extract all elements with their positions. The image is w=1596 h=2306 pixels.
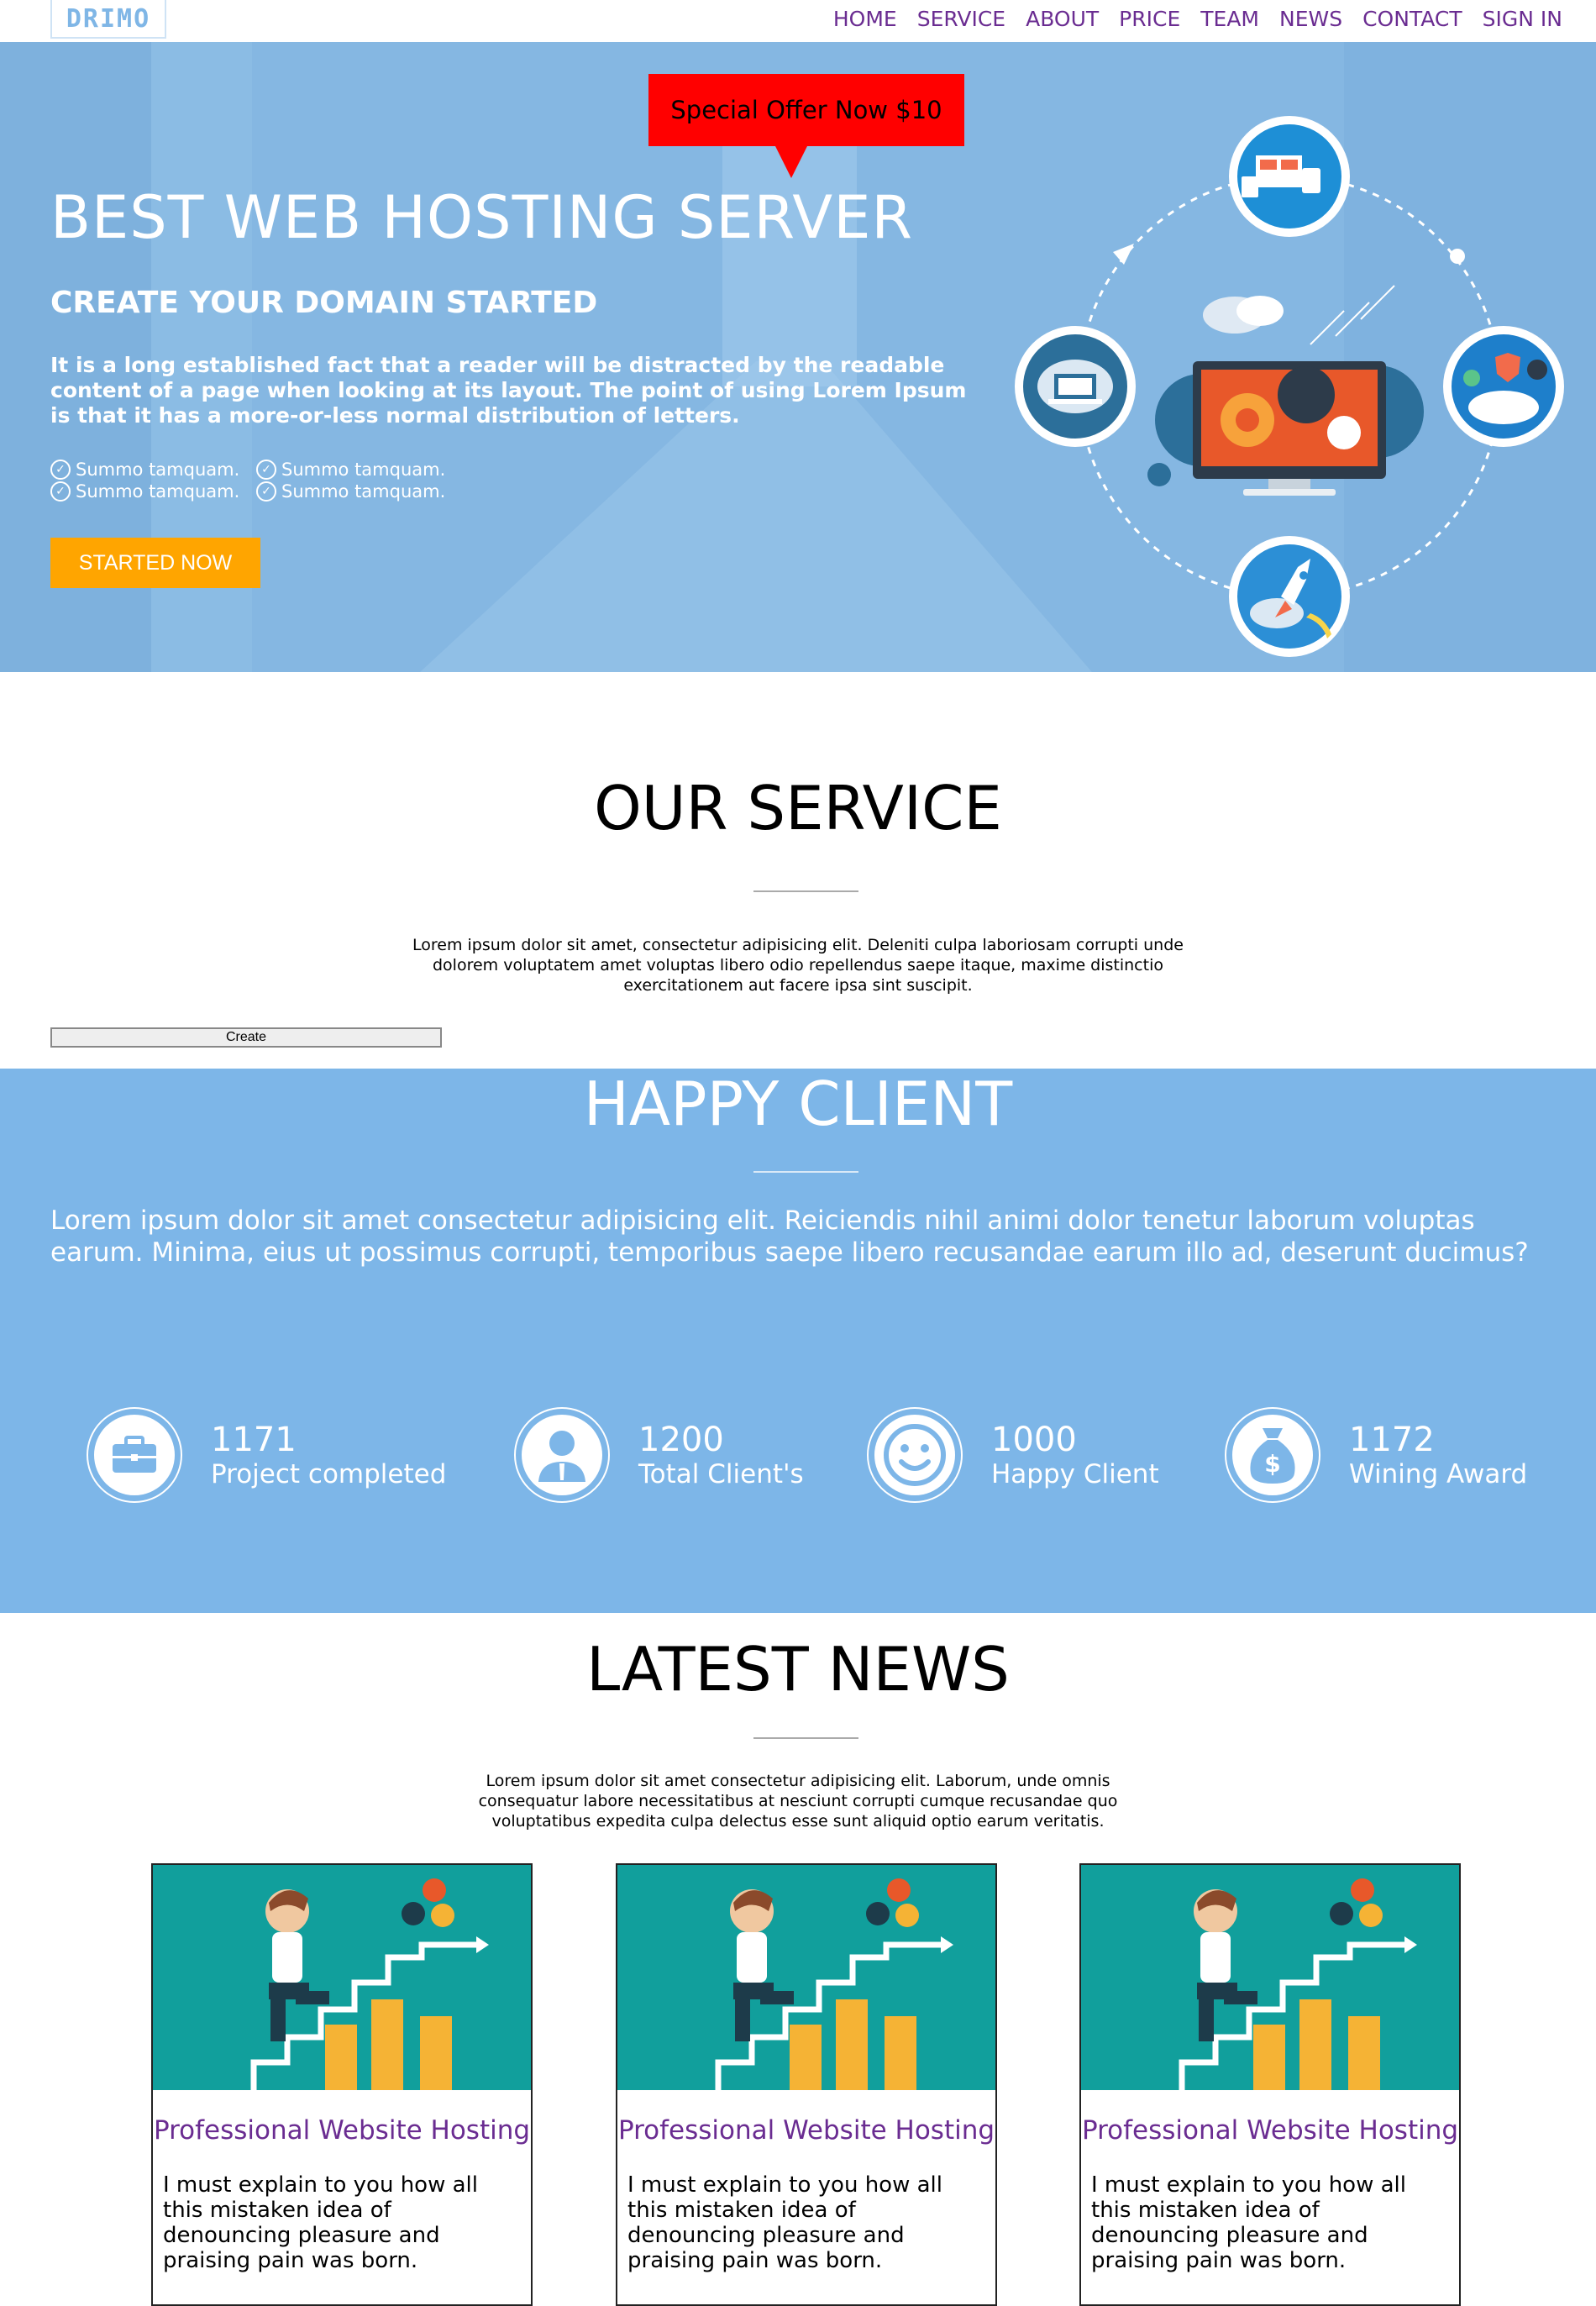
- growth-stairs-image: [617, 1865, 995, 2090]
- hero-section: Special Offer Now $10 BEST WEB HOSTING S…: [0, 42, 1596, 672]
- devices-circle-icon: [1229, 116, 1350, 237]
- service-divider: [753, 890, 858, 892]
- nav-item-contact[interactable]: CONTACT: [1362, 7, 1462, 31]
- rocket-circle-icon: [1229, 536, 1350, 657]
- stat-clients: 1200 Total Client's: [514, 1407, 804, 1503]
- check-circle-icon: ✓: [50, 481, 71, 502]
- stat-number: 1171: [211, 1421, 297, 1459]
- checklist-item: ✓ Summo tamquam.: [50, 481, 256, 502]
- happy-client-text: Lorem ipsum dolor sit amet consectetur a…: [50, 1206, 1529, 1268]
- news-card-body: I must explain to you how all this mista…: [1091, 2172, 1406, 2273]
- stat-label: Total Client's: [638, 1459, 804, 1489]
- service-text: Lorem ipsum dolor sit amet, consectetur …: [412, 936, 1184, 995]
- svg-text:$: $: [1264, 1450, 1280, 1478]
- hero-description: It is a long established fact that a rea…: [50, 353, 967, 428]
- checklist-item: ✓ Summo tamquam.: [50, 460, 256, 480]
- stat-number: 1000: [991, 1421, 1077, 1459]
- stat-label: Project completed: [211, 1459, 447, 1489]
- news-card[interactable]: Professional Website Hosting I must expl…: [1079, 1863, 1461, 2306]
- hero-title: BEST WEB HOSTING SERVER: [50, 183, 914, 252]
- nav-item-price[interactable]: PRICE: [1119, 7, 1180, 31]
- stat-number: 1200: [638, 1421, 724, 1459]
- growth-stairs-image: [153, 1865, 531, 2090]
- security-cloud-circle-icon: [1443, 326, 1564, 447]
- stat-awards: $ 1172 Wining Award: [1225, 1407, 1527, 1503]
- stat-happy-clients: 1000 Happy Client: [867, 1407, 1159, 1503]
- hosting-illustration: [1015, 116, 1564, 657]
- started-now-button[interactable]: STARTED NOW: [50, 538, 260, 588]
- hero-subtitle: CREATE YOUR DOMAIN STARTED: [50, 286, 598, 320]
- stat-label: Wining Award: [1349, 1459, 1528, 1489]
- check-circle-icon: ✓: [256, 481, 276, 502]
- nav-menu: HOME SERVICE ABOUT PRICE TEAM NEWS CONTA…: [813, 7, 1562, 31]
- news-card-title[interactable]: Professional Website Hosting: [1081, 2115, 1459, 2146]
- stat-label: Happy Client: [991, 1459, 1159, 1489]
- news-divider: [753, 1737, 858, 1739]
- brand-logo[interactable]: DRIMO: [50, 0, 166, 39]
- news-card[interactable]: Professional Website Hosting I must expl…: [151, 1863, 533, 2306]
- special-offer-badge[interactable]: Special Offer Now $10: [648, 74, 964, 178]
- nav-item-news[interactable]: NEWS: [1279, 7, 1342, 31]
- news-card-body: I must explain to you how all this mista…: [627, 2172, 942, 2273]
- top-navbar: DRIMO HOME SERVICE ABOUT PRICE TEAM NEWS…: [0, 0, 1596, 42]
- nav-item-home[interactable]: HOME: [833, 7, 897, 31]
- nav-item-team[interactable]: TEAM: [1200, 7, 1259, 31]
- service-title: OUR SERVICE: [594, 773, 1002, 843]
- growth-stairs-image: [1081, 1865, 1459, 2090]
- news-text: Lorem ipsum dolor sit amet consectetur a…: [478, 1772, 1118, 1831]
- news-title: LATEST NEWS: [586, 1634, 1010, 1705]
- happy-client-title: HAPPY CLIENT: [583, 1069, 1013, 1139]
- happy-client-divider: [753, 1171, 858, 1173]
- user-icon: [514, 1407, 610, 1503]
- stat-number: 1172: [1349, 1421, 1435, 1459]
- smiley-icon: [867, 1407, 963, 1503]
- nav-item-sign-in[interactable]: SIGN IN: [1483, 7, 1562, 31]
- news-card[interactable]: Professional Website Hosting I must expl…: [616, 1863, 997, 2306]
- gears-monitor-icon: [1147, 361, 1424, 496]
- nav-item-service[interactable]: SERVICE: [917, 7, 1005, 31]
- checklist-item: ✓ Summo tamquam.: [256, 460, 462, 480]
- check-circle-icon: ✓: [256, 460, 276, 480]
- money-bag-icon: $: [1225, 1407, 1320, 1503]
- happy-client-section: HAPPY CLIENT Lorem ipsum dolor sit amet …: [0, 1069, 1596, 1613]
- laptop-circle-icon: [1015, 326, 1136, 447]
- check-circle-icon: ✓: [50, 460, 71, 480]
- checklist-item: ✓ Summo tamquam.: [256, 481, 462, 502]
- briefcase-icon: [87, 1407, 182, 1503]
- feature-checklist: ✓ Summo tamquam. ✓ Summo tamquam. ✓ Summo t…: [50, 460, 487, 502]
- nav-item-about[interactable]: ABOUT: [1026, 7, 1099, 31]
- news-card-title[interactable]: Professional Website Hosting: [153, 2115, 531, 2146]
- stat-projects: 1171 Project completed: [87, 1407, 446, 1503]
- create-button[interactable]: Create: [50, 1027, 442, 1048]
- news-card-body: I must explain to you how all this mista…: [163, 2172, 478, 2273]
- news-card-title[interactable]: Professional Website Hosting: [617, 2115, 995, 2146]
